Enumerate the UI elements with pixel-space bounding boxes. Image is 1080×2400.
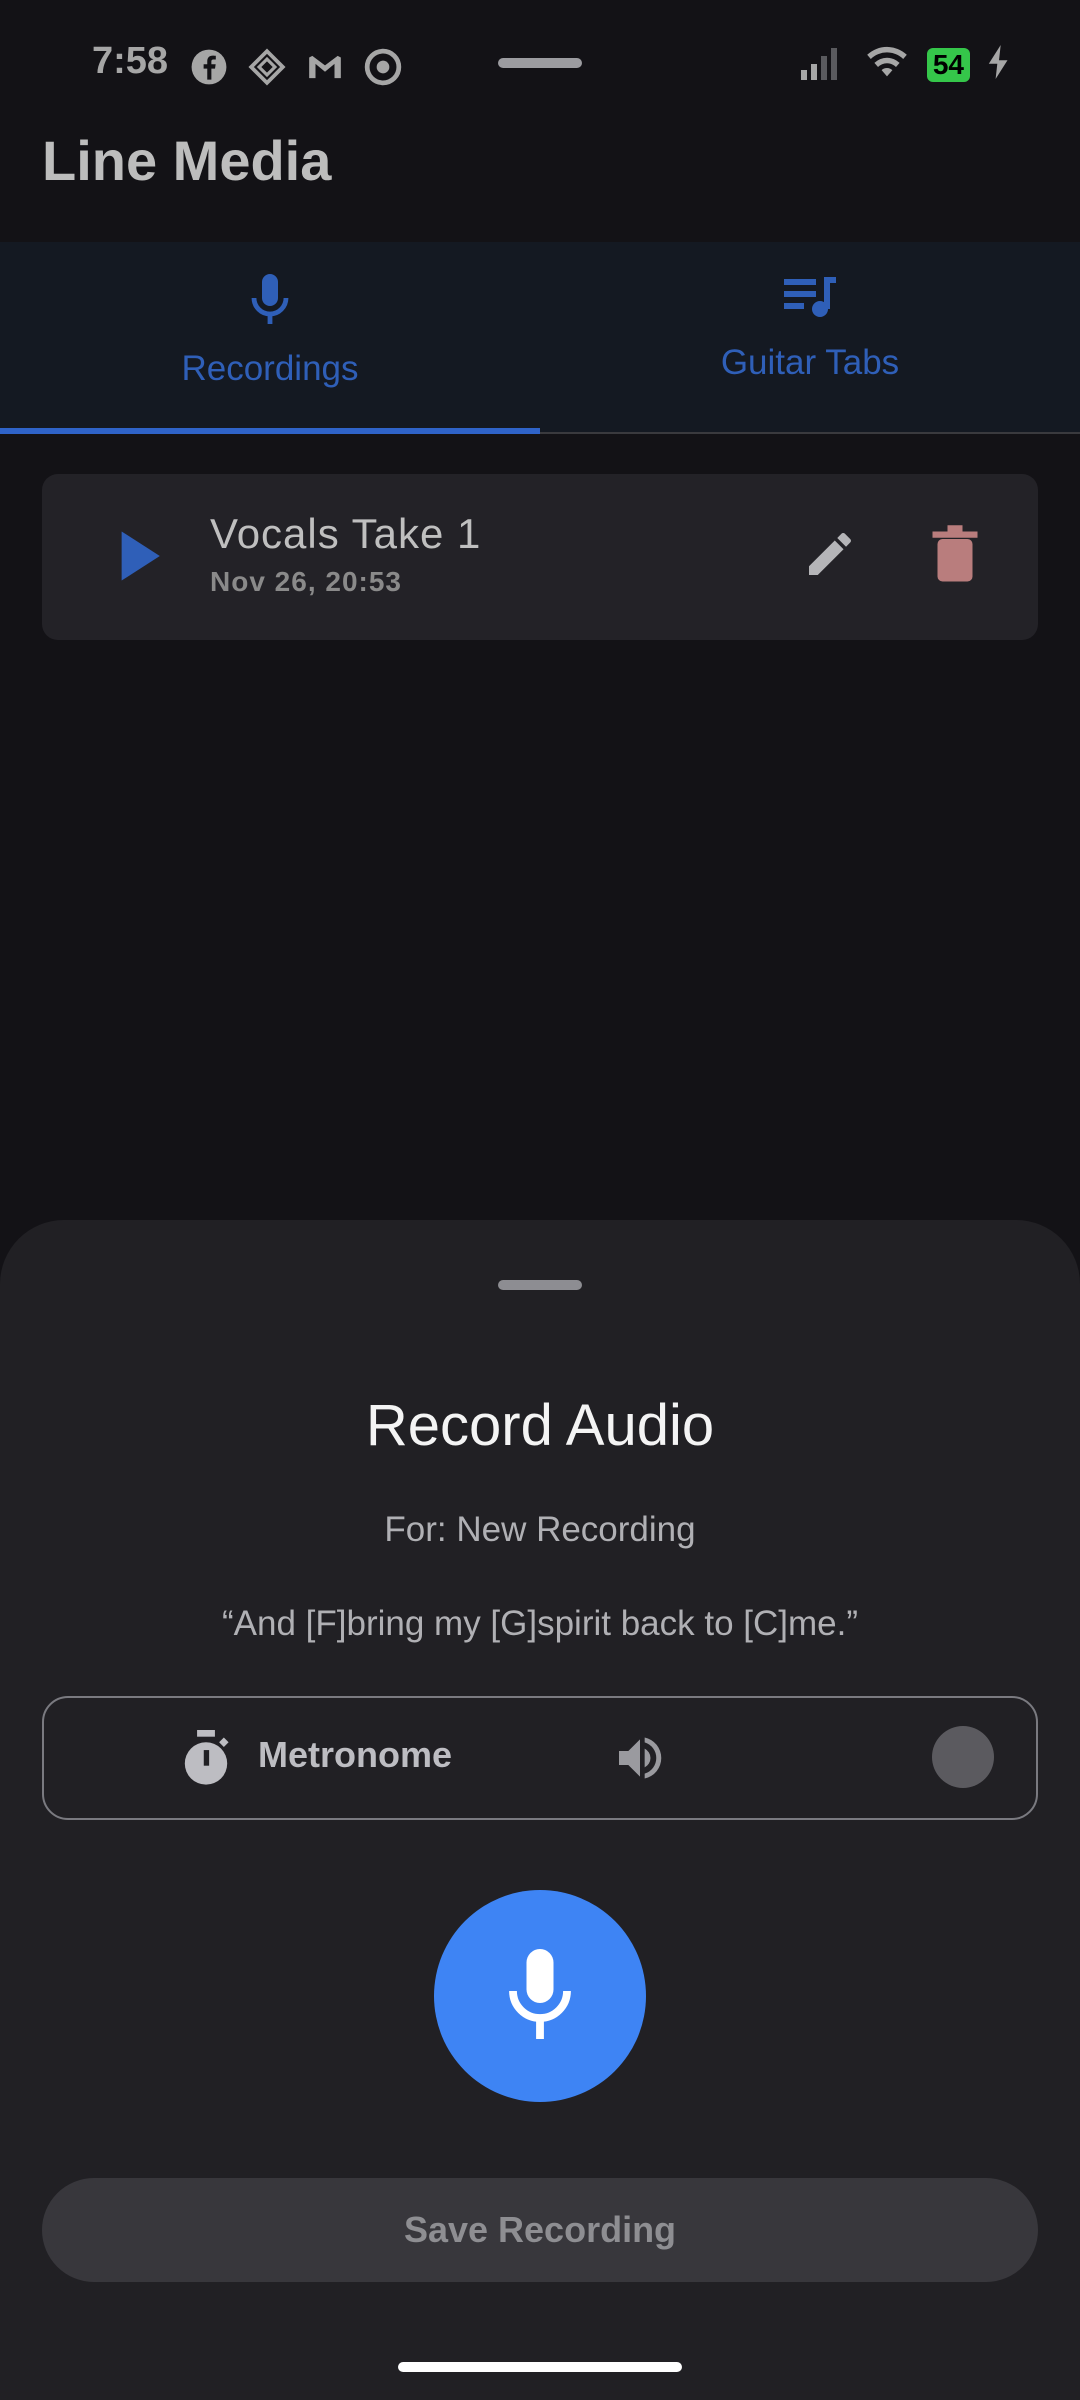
timer-icon [178, 1730, 234, 1793]
recording-title: Vocals Take 1 [210, 510, 482, 557]
diamond-app-icon [248, 48, 286, 86]
status-notification-icons [190, 48, 402, 86]
wifi-icon [865, 44, 909, 85]
record-button[interactable] [434, 1890, 646, 2102]
home-indicator [398, 2362, 682, 2372]
signal-icon [799, 44, 847, 85]
recording-date: Nov 26, 20:53 [210, 566, 402, 597]
sheet-drag-handle[interactable] [498, 1280, 582, 1290]
queue-music-icon [782, 272, 838, 327]
mic-icon [246, 272, 294, 333]
edit-icon[interactable] [802, 526, 858, 587]
metronome-row: Metronome [42, 1696, 1038, 1820]
play-icon[interactable] [110, 526, 166, 591]
metronome-toggle[interactable] [932, 1726, 994, 1788]
metronome-label: Metronome [258, 1734, 453, 1775]
tab-recordings-label: Recordings [181, 349, 359, 388]
sheet-title: Record Audio [365, 1393, 715, 1458]
tab-guitar-tabs-label: Guitar Tabs [720, 343, 900, 382]
mic-icon [504, 1946, 576, 2047]
gmail-icon [306, 48, 344, 86]
status-bar: 7:58 54 [0, 0, 1080, 130]
charging-icon [988, 45, 1010, 84]
list-item[interactable]: Vocals Take 1 Nov 26, 20:53 [42, 474, 1038, 640]
battery-icon: 54 [926, 47, 970, 82]
sync-app-icon [364, 48, 402, 86]
status-time: 7:58 [92, 40, 169, 82]
status-system-icons: 54 [799, 44, 1010, 85]
tab-active-indicator [0, 428, 540, 434]
tab-guitar-tabs[interactable]: Guitar Tabs [540, 242, 1080, 432]
facebook-icon [190, 48, 228, 86]
delete-icon[interactable] [930, 524, 980, 589]
volume-icon[interactable] [612, 1730, 668, 1791]
record-audio-sheet: Record Audio For: New Recording “And [F]… [0, 1220, 1080, 2400]
tab-bar: Recordings Guitar Tabs [0, 242, 1080, 434]
save-recording-button[interactable]: Save Recording [42, 2178, 1038, 2282]
tab-recordings[interactable]: Recordings [0, 242, 540, 432]
app-title: Line Media [42, 129, 332, 192]
recording-target-text: For: New Recording [384, 1510, 696, 1549]
lyric-quote: “And [F]bring my [G]spirit back to [C]me… [222, 1604, 858, 1643]
camera-notch [498, 58, 582, 68]
